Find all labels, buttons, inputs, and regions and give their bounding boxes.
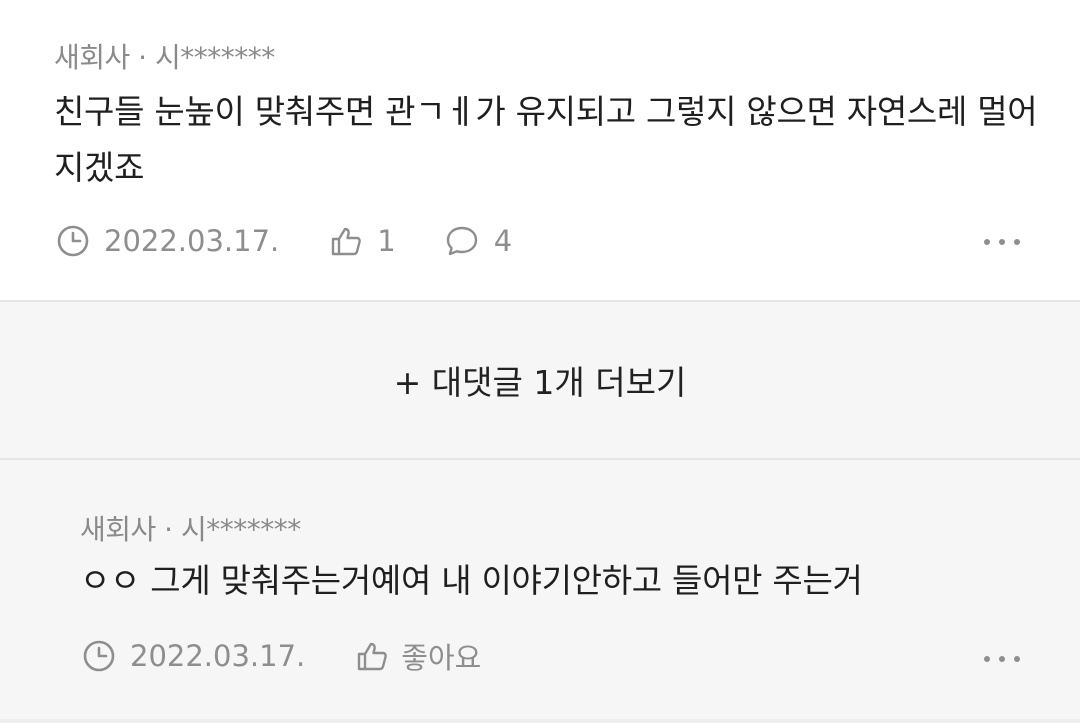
reply-date-text: 2022.03.17. xyxy=(130,639,306,673)
comment-text: 친구들 눈높이 맞춰주면 관ㄱㅔ가 유지되고 그렇지 않으면 자연스레 멀어지겠… xyxy=(54,92,1038,187)
reply-author[interactable]: 새회사 · 시******* xyxy=(80,508,301,548)
reply-count: 4 xyxy=(493,224,513,258)
like-count: 1 xyxy=(377,224,396,258)
more-options-button[interactable] xyxy=(984,236,1020,248)
comment-icon xyxy=(444,224,480,258)
more-replies-label: + 대댓글 1개 더보기 xyxy=(393,363,687,402)
reply-more-options-button[interactable] xyxy=(984,653,1020,665)
clock-icon xyxy=(56,224,90,258)
reply-like-button[interactable]: 좋아요 xyxy=(355,635,481,677)
reply-item: 새회사 · 시******* ㅇㅇ 그게 맞춰주는거예여 내 이야기안하고 들어… xyxy=(0,460,1080,723)
comment-date-text: 2022.03.17. xyxy=(104,224,280,258)
reply-button[interactable]: 4 xyxy=(444,224,512,258)
comment-author[interactable]: 새회사 · 시******* xyxy=(54,36,275,76)
reply-text: ㅇㅇ 그게 맞춰주는거예여 내 이야기안하고 들어만 주는거 xyxy=(80,561,863,600)
reply-date: 2022.03.17. xyxy=(82,639,305,673)
comment-item: 새회사 · 시******* 친구들 눈높이 맞춰주면 관ㄱㅔ가 유지되고 그렇… xyxy=(0,0,1080,301)
reply-like-label: 좋아요 xyxy=(401,641,482,675)
like-button[interactable]: 1 xyxy=(329,224,396,258)
thumbs-up-icon xyxy=(355,639,389,673)
bottom-divider xyxy=(0,719,1080,723)
comment-meta: 2022.03.17. 1 4 xyxy=(56,221,512,261)
clock-icon xyxy=(82,639,116,673)
more-horizontal-icon xyxy=(984,239,990,245)
comment-date: 2022.03.17. xyxy=(56,224,279,258)
reply-meta: 2022.03.17. 좋아요 xyxy=(82,636,481,676)
more-horizontal-icon xyxy=(984,656,990,662)
thumbs-up-icon xyxy=(329,224,363,258)
more-replies-button[interactable]: + 대댓글 1개 더보기 xyxy=(0,302,1080,458)
